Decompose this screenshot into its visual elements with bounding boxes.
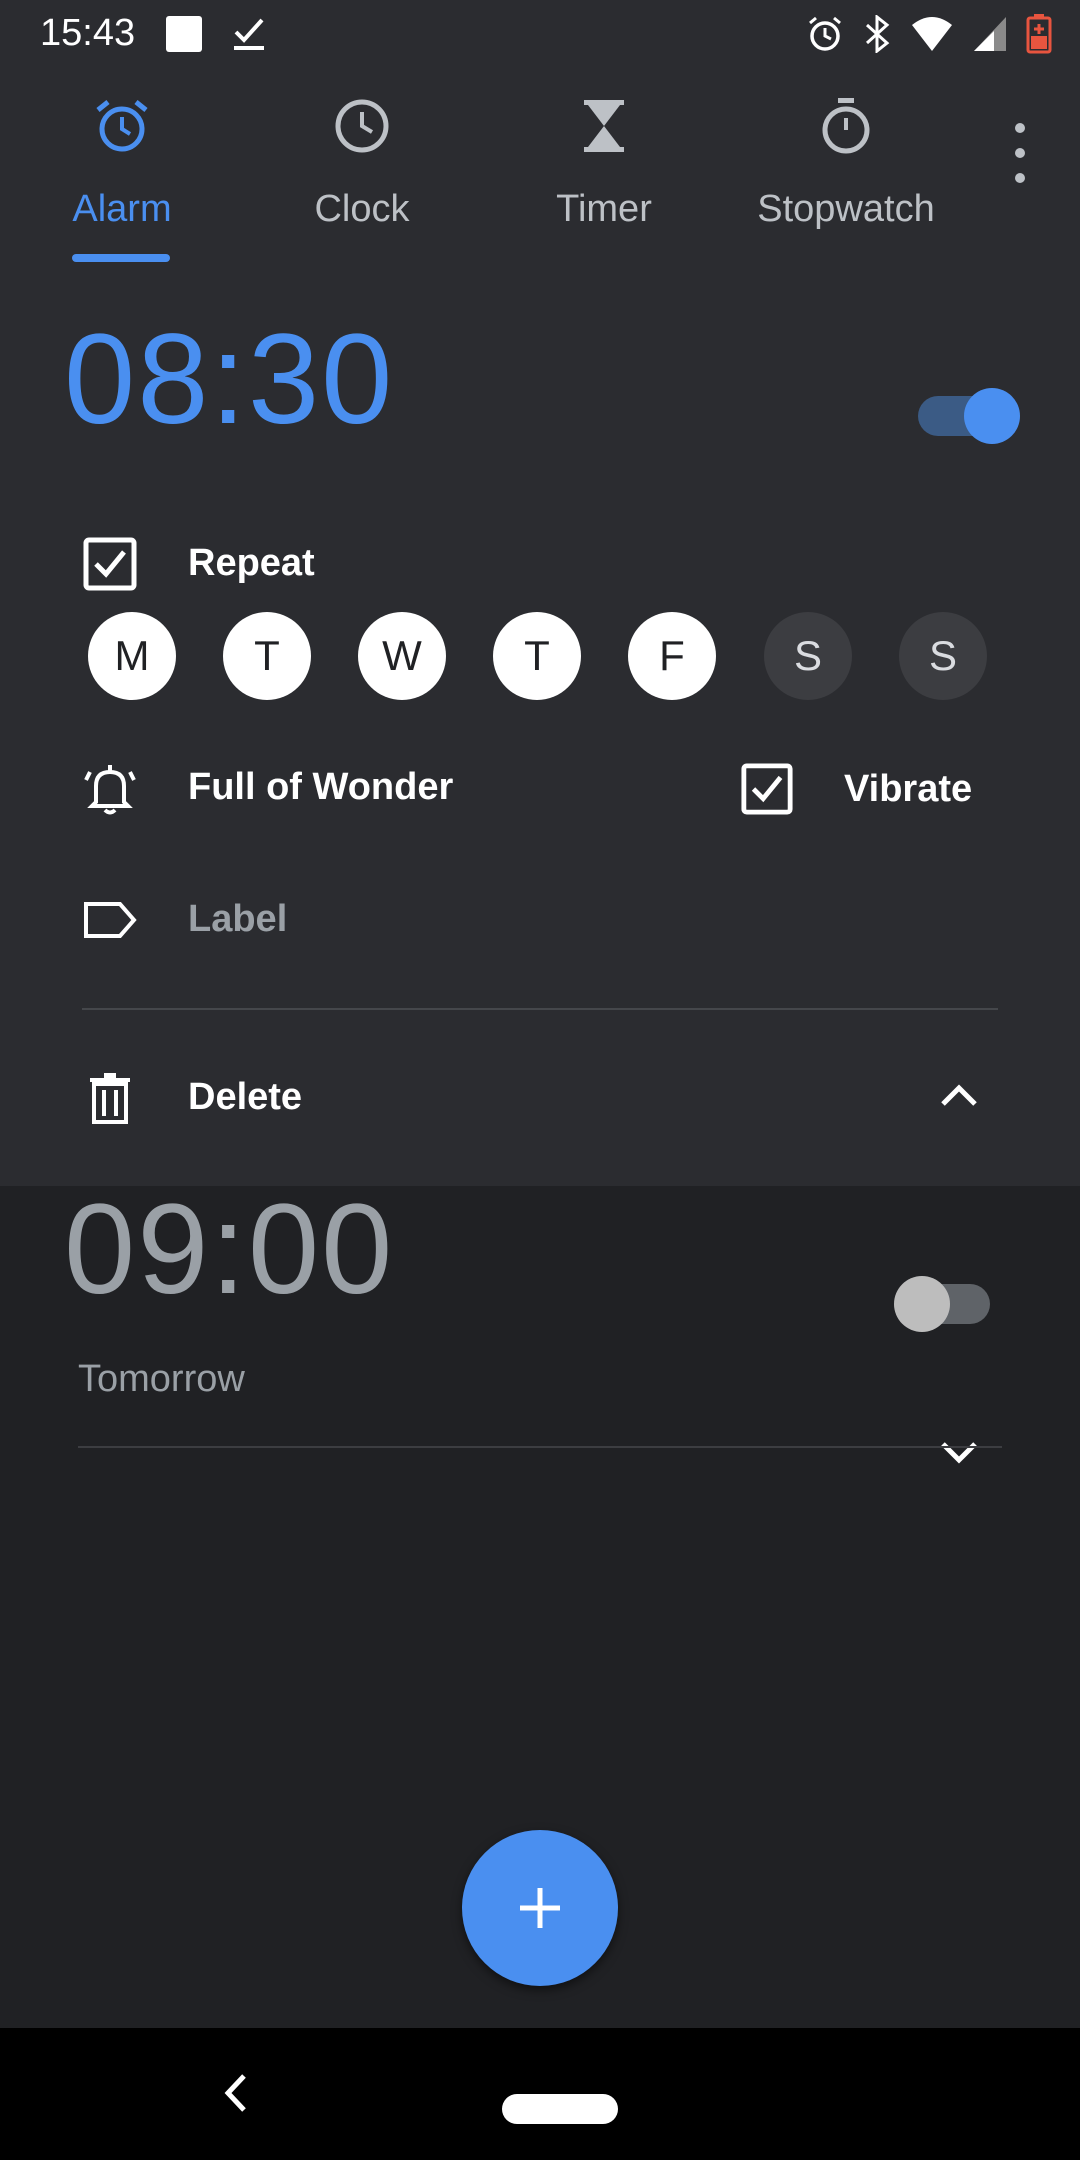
alarm-toggle[interactable]: [918, 378, 1020, 448]
divider: [78, 1446, 1002, 1448]
label-placeholder: Label: [188, 898, 288, 940]
trash-icon: [82, 1070, 138, 1126]
signal-icon: [972, 15, 1008, 58]
bluetooth-icon: [862, 13, 892, 58]
label-row[interactable]: Label: [0, 880, 1080, 960]
wifi-icon: [910, 15, 954, 58]
vibrate-checkbox-icon[interactable]: [740, 762, 794, 816]
day-thursday[interactable]: T: [493, 612, 581, 700]
ringtone-row[interactable]: Full of Wonder: [0, 748, 700, 828]
delete-label: Delete: [188, 1076, 303, 1118]
status-time: 15:43: [40, 12, 136, 54]
checkbox-checked-icon[interactable]: [82, 536, 138, 592]
home-button[interactable]: [502, 2094, 618, 2124]
bell-icon: [82, 760, 138, 816]
notification-square-icon: [164, 14, 204, 59]
alarm-time[interactable]: 09:00: [64, 1176, 394, 1323]
label-tag-icon: [82, 892, 138, 948]
vibrate-label[interactable]: Vibrate: [844, 768, 972, 811]
add-alarm-button[interactable]: [462, 1830, 618, 1986]
tab-label: Clock: [314, 188, 410, 230]
back-icon[interactable]: [216, 2068, 256, 2118]
ringtone-name: Full of Wonder: [188, 766, 454, 808]
status-bar: 15:43: [0, 0, 1080, 66]
repeat-label: Repeat: [188, 542, 315, 584]
day-selector: M T W T F S S: [0, 612, 1080, 704]
stopwatch-icon: [816, 96, 876, 156]
tab-clock[interactable]: Clock: [242, 66, 482, 264]
active-tab-indicator: [72, 254, 170, 262]
repeat-row[interactable]: Repeat: [0, 524, 1080, 604]
day-monday[interactable]: M: [88, 612, 176, 700]
tab-label: Stopwatch: [757, 188, 935, 230]
chevron-up-icon[interactable]: [935, 1072, 983, 1120]
expanded-alarm-card: Alarm Clock Timer Stopwatch 08:30 Repeat…: [0, 66, 1080, 1186]
divider: [82, 1008, 998, 1010]
day-tuesday[interactable]: T: [223, 612, 311, 700]
tab-label: Timer: [556, 188, 652, 230]
tab-stopwatch[interactable]: Stopwatch: [726, 66, 966, 264]
day-wednesday[interactable]: W: [358, 612, 446, 700]
hourglass-icon: [574, 96, 634, 156]
alarm-time[interactable]: 08:30: [64, 306, 394, 453]
day-friday[interactable]: F: [628, 612, 716, 700]
chevron-down-icon[interactable]: [935, 1428, 983, 1476]
tab-alarm[interactable]: Alarm: [2, 66, 242, 264]
tab-bar: Alarm Clock Timer Stopwatch: [0, 66, 1080, 264]
alarm-schedule-text: Tomorrow: [78, 1358, 245, 1400]
day-saturday[interactable]: S: [764, 612, 852, 700]
alarm-clock-icon: [92, 96, 152, 156]
task-check-icon: [230, 14, 270, 59]
more-options-icon[interactable]: [1000, 118, 1040, 188]
battery-icon: [1026, 14, 1052, 59]
day-sunday[interactable]: S: [899, 612, 987, 700]
alarm-toggle[interactable]: [894, 1266, 992, 1336]
clock-icon: [332, 96, 392, 156]
tab-timer[interactable]: Timer: [484, 66, 724, 264]
navigation-bar: [0, 2028, 1080, 2160]
delete-row[interactable]: Delete: [0, 1058, 1080, 1138]
alarm-icon: [806, 15, 844, 58]
tab-label: Alarm: [72, 188, 172, 230]
